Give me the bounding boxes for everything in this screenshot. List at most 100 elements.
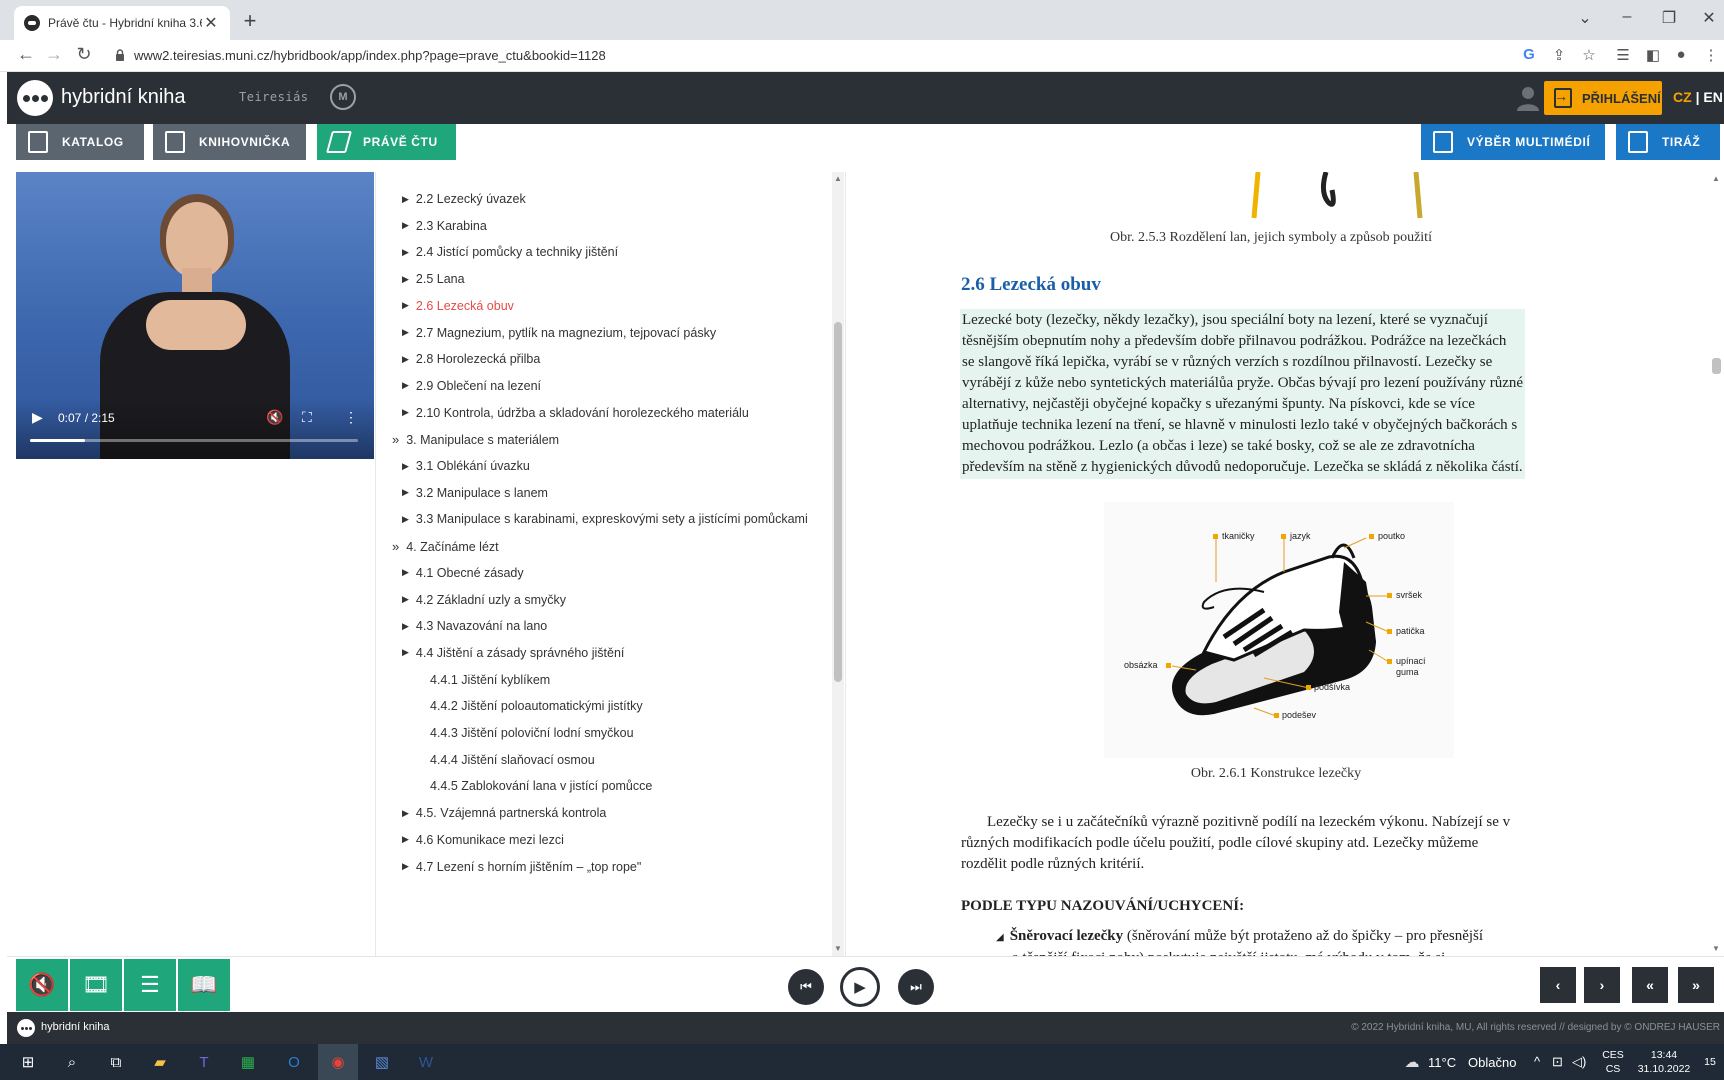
toc-item[interactable]: ▶ 4.4 Jištění a zásady správného jištění xyxy=(402,646,624,660)
toc-item[interactable]: ▶ 3.1 Oblékání úvazku xyxy=(402,459,530,473)
next-chapter-button[interactable]: » xyxy=(1678,967,1714,1003)
toc-item[interactable]: ▶ 2.9 Oblečení na lezení xyxy=(402,379,541,393)
toc-item[interactable]: ▶ 2.6 Lezecká obuv xyxy=(402,299,514,313)
logo-icon[interactable] xyxy=(17,80,53,116)
forward-icon[interactable]: → xyxy=(42,44,66,65)
profile-icon[interactable]: ● xyxy=(1670,46,1692,63)
app-icon[interactable]: ▦ xyxy=(236,1050,260,1074)
lang-cz[interactable]: CZ xyxy=(1673,89,1692,105)
scroll-up-icon[interactable]: ▲ xyxy=(834,174,842,183)
toc-scroll-thumb[interactable] xyxy=(834,322,842,682)
toc-item[interactable]: 4.4.5 Zablokování lana v jistící pomůcce xyxy=(430,779,652,793)
bookmark-star-icon[interactable]: ☆ xyxy=(1578,46,1600,64)
play-button[interactable]: ▶ xyxy=(840,967,880,1007)
word-icon[interactable]: W xyxy=(414,1050,438,1074)
toc-item[interactable]: 4.4.3 Jištění poloviční lodní smyčkou xyxy=(430,726,634,740)
minimize-icon[interactable]: – xyxy=(1612,8,1642,26)
content-scrollbar[interactable]: ▲ ▼ xyxy=(1709,172,1724,956)
notifications-badge[interactable]: 15 xyxy=(1700,1055,1720,1069)
file-explorer-icon[interactable]: ▰ xyxy=(148,1050,172,1074)
search-icon[interactable]: ⌕ xyxy=(60,1050,84,1074)
content-scroll-down-icon[interactable]: ▼ xyxy=(1712,944,1720,953)
browser-tab[interactable]: Právě čtu - Hybridní kniha 3.6 ✕ xyxy=(14,6,230,40)
nav-prave-ctu[interactable]: PRÁVĚ ČTU xyxy=(317,124,456,160)
video-play-icon[interactable]: ▶ xyxy=(32,409,43,426)
toc-item[interactable]: 4.4.4 Jištění slaňovací osmou xyxy=(430,753,595,767)
book-toggle-icon[interactable]: 📖 xyxy=(178,959,230,1011)
outlook-icon[interactable]: O xyxy=(282,1050,306,1074)
toc-item[interactable]: 4.4.1 Jištění kyblíkem xyxy=(430,673,550,687)
tab-close-icon[interactable]: ✕ xyxy=(202,13,220,33)
toc-item[interactable]: ▶ 2.7 Magnezium, pytlík na magnezium, tej… xyxy=(402,326,716,340)
paragraph-line: Lezečky se i u začátečníků výrazně pozit… xyxy=(987,814,1511,830)
keyboard-lang[interactable]: CES CS xyxy=(1598,1048,1628,1076)
paint-icon[interactable]: ▧ xyxy=(370,1050,394,1074)
content-scroll-thumb[interactable] xyxy=(1712,358,1721,374)
video-toggle-icon[interactable]: 🎞 xyxy=(70,959,122,1011)
toc-item[interactable]: ▶ 4.5. Vzájemná partnerská kontrola xyxy=(402,806,606,820)
restore-icon[interactable]: ❐ xyxy=(1654,8,1684,28)
tab-search-icon[interactable]: ⌄ xyxy=(1570,8,1600,28)
toc-item[interactable]: » 4. Začínáme lézt xyxy=(392,539,499,554)
task-view-icon[interactable]: ⧉ xyxy=(104,1050,128,1074)
google-icon[interactable]: G xyxy=(1518,46,1540,63)
toc-item-label: 3.3 Manipulace s karabinami, expreskovým… xyxy=(415,512,808,527)
menu-dots-icon[interactable]: ⋮ xyxy=(1700,46,1722,64)
network-icon[interactable]: ⊡ xyxy=(1552,1054,1563,1070)
toc-item[interactable]: ▶ 2.8 Horolezecká přilba xyxy=(402,352,540,366)
app-title[interactable]: hybridní kniha xyxy=(61,86,186,109)
nav-tiraz[interactable]: TIRÁŽ xyxy=(1616,124,1720,160)
lang-code-1: CES xyxy=(1602,1049,1624,1061)
toc-item[interactable]: ▶ 4.1 Obecné zásady xyxy=(402,566,524,580)
toc-toggle-icon[interactable]: ☰ xyxy=(124,959,176,1011)
video-more-icon[interactable]: ⋮ xyxy=(344,409,358,426)
share-icon[interactable]: ⇪ xyxy=(1548,46,1570,64)
toc-item[interactable]: ▶ 4.6 Komunikace mezi lezci xyxy=(402,833,564,847)
scroll-down-icon[interactable]: ▼ xyxy=(834,944,842,953)
toc-item[interactable]: ▶ 2.4 Jistící pomůcky a techniky jištění xyxy=(402,245,618,259)
toc-item[interactable]: 4.4.2 Jištění poloautomatickými jistítky xyxy=(430,699,643,713)
tray-chevron-icon[interactable]: ^ xyxy=(1534,1054,1540,1069)
weather-icon[interactable]: ☁ xyxy=(1400,1050,1424,1074)
content-scroll-up-icon[interactable]: ▲ xyxy=(1712,174,1720,183)
video-mute-icon[interactable]: 🔇 xyxy=(266,409,283,426)
toc-item[interactable]: ▶ 4.3 Navazování na lano xyxy=(402,619,547,633)
forward-button[interactable]: ⏭ xyxy=(898,969,934,1005)
next-page-button[interactable]: › xyxy=(1584,967,1620,1003)
volume-icon[interactable]: ◁) xyxy=(1572,1054,1586,1070)
toc-item[interactable]: ▶ 2.2 Lezecký úvazek xyxy=(402,192,526,206)
nav-multimedia[interactable]: VÝBĚR MULTIMÉDIÍ xyxy=(1421,124,1605,160)
rewind-button[interactable]: ⏮ xyxy=(788,969,824,1005)
chrome-icon[interactable]: ◉ xyxy=(326,1050,350,1074)
sign-language-video[interactable]: ▶ 0:07 / 2:15 🔇 ⛶ ⋮ xyxy=(16,172,374,459)
toc-item[interactable]: ▶ 2.3 Karabina xyxy=(402,219,487,233)
nav-knihovnicka[interactable]: KNIHOVNIČKA xyxy=(153,124,306,160)
new-tab-button[interactable]: + xyxy=(238,8,262,34)
mute-toggle-icon[interactable]: 🔇 xyxy=(16,959,68,1011)
toc-item[interactable]: ▶ 2.10 Kontrola, údržba a skladování horo… xyxy=(402,406,749,420)
clock[interactable]: 13:44 31.10.2022 xyxy=(1632,1048,1696,1076)
toc-item[interactable]: ▶ 2.5 Lana xyxy=(402,272,465,286)
back-icon[interactable]: ← xyxy=(14,44,38,65)
weather-temp: 11°C xyxy=(1428,1055,1457,1070)
side-panel-icon[interactable]: ◧ xyxy=(1642,46,1664,64)
toc-scrollbar[interactable]: ▲ ▼ xyxy=(832,172,844,956)
toc-item[interactable]: ▶ 4.2 Základní uzly a smyčky xyxy=(402,593,566,607)
reload-icon[interactable]: ↻ xyxy=(72,44,96,65)
url-input[interactable]: www2.teiresias.muni.cz/hybridbook/app/in… xyxy=(134,48,606,63)
prev-chapter-button[interactable]: « xyxy=(1632,967,1668,1003)
reading-list-icon[interactable]: ☰ xyxy=(1612,46,1634,64)
nav-katalog[interactable]: KATALOG xyxy=(16,124,144,160)
toc-item[interactable]: ▶ 3.2 Manipulace s lanem xyxy=(402,486,548,500)
toc-item[interactable]: ▶ 3.3 Manipulace s karabinami, expreskový… xyxy=(402,512,808,526)
prev-page-button[interactable]: ‹ xyxy=(1540,967,1576,1003)
toc-item[interactable]: ▶ 4.7 Lezení s horním jištěním – „top rop… xyxy=(402,860,641,874)
teams-icon[interactable]: T xyxy=(192,1050,216,1074)
start-icon[interactable]: ⊞ xyxy=(16,1050,40,1074)
toc-item[interactable]: » 3. Manipulace s materiálem xyxy=(392,432,559,447)
login-button[interactable]: PŘIHLÁŠENÍ xyxy=(1544,81,1662,115)
video-fullscreen-icon[interactable]: ⛶ xyxy=(302,409,312,426)
lang-en[interactable]: EN xyxy=(1703,89,1722,105)
close-window-icon[interactable]: ✕ xyxy=(1694,8,1724,28)
video-progress-track[interactable] xyxy=(30,439,358,442)
